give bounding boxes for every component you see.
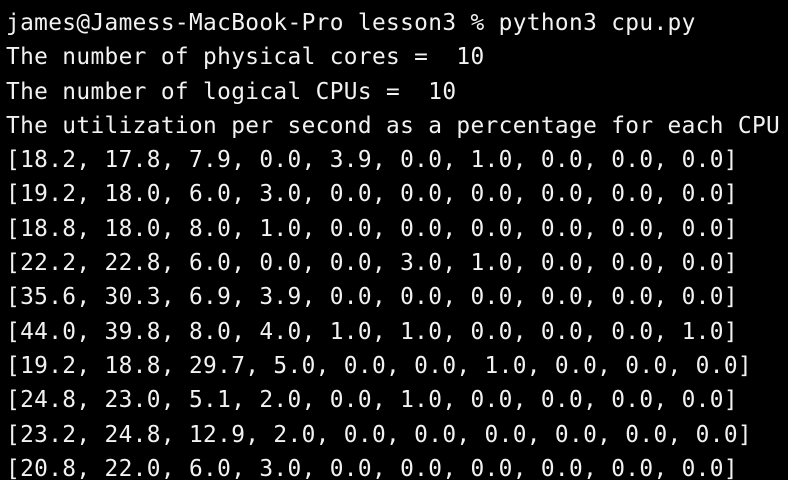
output-line-cpu-sample: [44.0, 39.8, 8.0, 4.0, 1.0, 1.0, 0.0, 0.…	[6, 318, 738, 345]
terminal-prompt-line: james@Jamess-MacBook-Pro lesson3 % pytho…	[6, 10, 696, 36]
output-line-utilization-header: The utilization per second as a percenta…	[6, 112, 781, 139]
output-line-cpu-sample: [18.2, 17.8, 7.9, 0.0, 3.9, 0.0, 1.0, 0.…	[6, 147, 738, 174]
output-line-cpu-sample: [24.8, 23.0, 5.1, 2.0, 0.0, 1.0, 0.0, 0.…	[6, 387, 738, 414]
output-line-cpu-sample: [35.6, 30.3, 6.9, 3.9, 0.0, 0.0, 0.0, 0.…	[6, 284, 738, 311]
output-line-cpu-sample: [20.8, 22.0, 6.0, 3.0, 0.0, 0.0, 0.0, 0.…	[6, 455, 738, 480]
output-line-cpu-sample: [23.2, 24.8, 12.9, 2.0, 0.0, 0.0, 0.0, 0…	[6, 421, 752, 448]
output-line-cpu-sample: [19.2, 18.0, 6.0, 3.0, 0.0, 0.0, 0.0, 0.…	[6, 181, 738, 208]
output-line-physical-cores: The number of physical cores = 10	[6, 44, 485, 71]
output-line-cpu-sample: [18.8, 18.0, 8.0, 1.0, 0.0, 0.0, 0.0, 0.…	[6, 215, 738, 242]
terminal-window[interactable]: james@Jamess-MacBook-Pro lesson3 % pytho…	[0, 0, 788, 480]
output-line-cpu-sample: [22.2, 22.8, 6.0, 0.0, 0.0, 3.0, 1.0, 0.…	[6, 250, 738, 277]
terminal-output: james@Jamess-MacBook-Pro lesson3 % pytho…	[6, 6, 780, 480]
output-line-logical-cpus: The number of logical CPUs = 10	[6, 78, 457, 105]
output-line-cpu-sample: [19.2, 18.8, 29.7, 5.0, 0.0, 0.0, 1.0, 0…	[6, 352, 752, 379]
